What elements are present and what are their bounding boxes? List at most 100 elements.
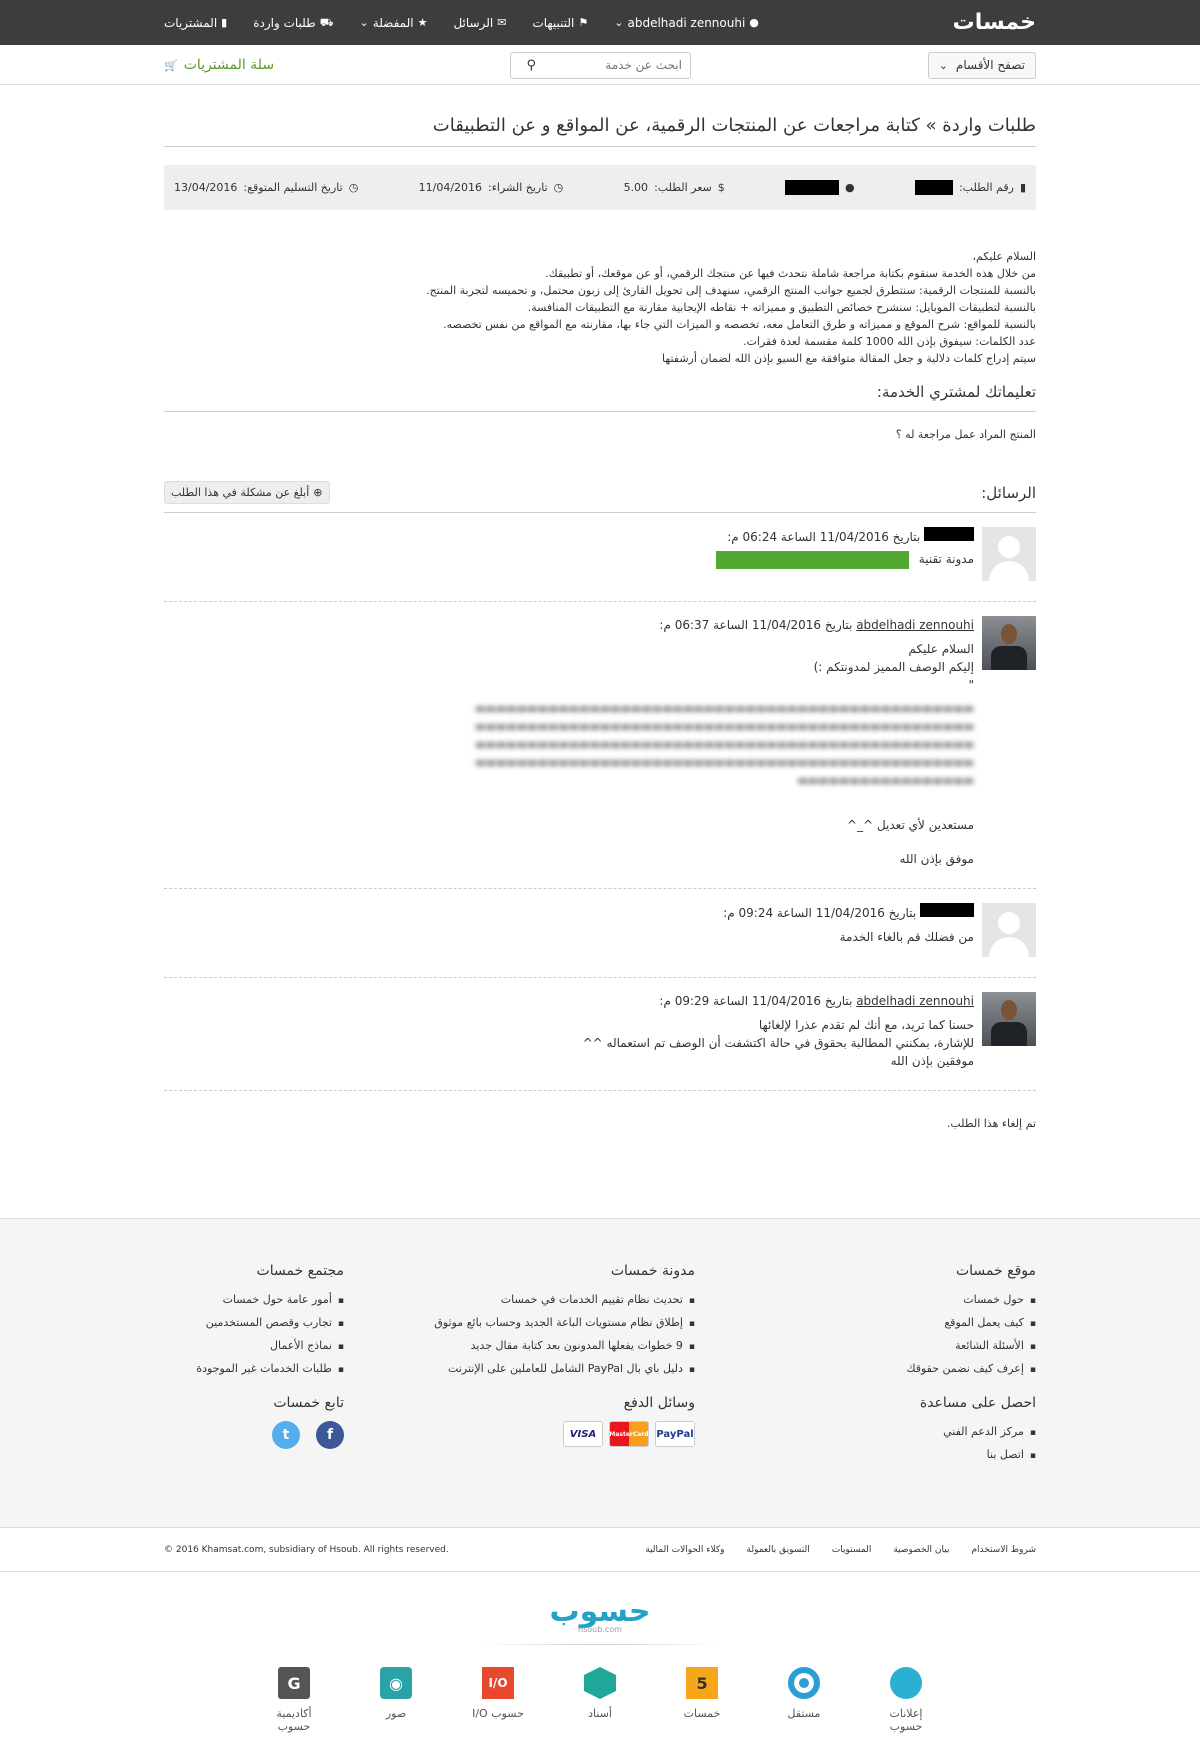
- nav-messages[interactable]: الرسائل ✉: [453, 16, 506, 30]
- message-author-link[interactable]: abdelhadi zennouhi: [856, 994, 974, 1008]
- legal-link[interactable]: بيان الخصوصية: [893, 1545, 949, 1555]
- footer-col-blog: مدونة خمسات تحديث نظام تقييم الخدمات في …: [405, 1263, 695, 1381]
- footer-col-title: وسائل الدفع: [623, 1395, 695, 1411]
- hsoub-logo[interactable]: حسوب: [0, 1594, 1200, 1629]
- product-label: حسوب I/O: [472, 1707, 524, 1720]
- product-academy[interactable]: G أكاديمية حسوب: [268, 1667, 320, 1733]
- product-mostaql[interactable]: مستقل: [778, 1667, 830, 1733]
- footer-link[interactable]: نماذج الأعمال: [164, 1335, 344, 1358]
- redacted-buyer-name: [785, 180, 840, 195]
- footer-link[interactable]: أمور عامة حول خمسات: [164, 1289, 344, 1312]
- footer-link[interactable]: دليل باي بال PayPal الشامل للعاملين على …: [405, 1358, 695, 1381]
- message-line: إليكم الوصف المميز لمدونتكم :): [813, 660, 974, 674]
- message-item: abdelhadi zennouhi بتاريخ 11/04/2016 الس…: [164, 978, 1036, 1091]
- nav-favorites[interactable]: ⌄ المفضلة ★: [360, 16, 428, 30]
- product-ads[interactable]: إعلانات حسوب: [880, 1667, 932, 1733]
- product-io[interactable]: I/O حسوب I/O: [472, 1667, 524, 1733]
- message-meta: abdelhadi zennouhi بتاريخ 11/04/2016 الس…: [164, 616, 974, 634]
- hsoub-products: إعلانات حسوب مستقل 5 خمسات أسناد I/O حسوب …: [0, 1667, 1200, 1733]
- description-line: بالنسبة للمنتجات الرقمية: سنتطرق لجميع ج…: [426, 284, 1036, 297]
- product-label: أسناد: [588, 1707, 612, 1720]
- site-logo[interactable]: خمسات: [953, 10, 1036, 35]
- search-input[interactable]: [542, 58, 682, 72]
- delivery-date-label: تاريخ التسليم المتوقع:: [243, 181, 343, 194]
- footer-link[interactable]: مركز الدعم الفني: [756, 1421, 1036, 1444]
- message-line: مستعدين لأي تعديل ^_^: [847, 818, 974, 832]
- service-description: السلام عليكم، من خلال هذه الخدمة سنقوم ب…: [164, 248, 1036, 367]
- flag-icon: ⚑: [578, 16, 589, 29]
- footer-link[interactable]: إطلاق نظام مستويات الباعة الجديد وحساب ب…: [405, 1312, 695, 1335]
- avatar: [982, 527, 1036, 581]
- message-line: موفقين بإذن الله: [890, 1054, 974, 1068]
- report-problem-label: أبلغ عن مشكلة في هذا الطلب: [171, 486, 310, 499]
- nav-incoming-orders[interactable]: طلبات واردة ⛟: [253, 16, 333, 30]
- legal-link[interactable]: وكلاء الحوالات المالية: [645, 1545, 724, 1555]
- footer-col-help: احصل على مساعدة مركز الدعم الفني اتصل بن…: [756, 1395, 1036, 1467]
- truck-icon: ⛟: [319, 16, 334, 29]
- io-icon: I/O: [482, 1667, 514, 1699]
- legal-link[interactable]: شروط الاستخدام: [971, 1545, 1036, 1555]
- sowar-icon: ◉: [380, 1667, 412, 1699]
- footer-col-title: موقع خمسات: [955, 1263, 1036, 1279]
- footer-link[interactable]: الأسئلة الشائعة: [756, 1335, 1036, 1358]
- message-date: بتاريخ 11/04/2016 الساعة 09:29 م:: [659, 994, 853, 1008]
- message-author-link[interactable]: abdelhadi zennouhi: [856, 618, 974, 632]
- legal-link[interactable]: المستويات: [832, 1545, 872, 1555]
- footer-link[interactable]: تحديث نظام تقييم الخدمات في خمسات: [405, 1289, 695, 1312]
- logo-text: خمسات: [952, 10, 1036, 35]
- product-khamsat[interactable]: 5 خمسات: [676, 1667, 728, 1733]
- browse-categories-button[interactable]: تصفح الأقسام ⌄: [927, 51, 1036, 79]
- search-icon[interactable]: ⚲: [526, 59, 536, 72]
- message-text: السلام عليكم إليكم الوصف المميز لمدونتكم…: [164, 640, 974, 694]
- chevron-down-icon: ⌄: [614, 16, 624, 29]
- footer-link[interactable]: تجارب وقصص المستخدمين: [164, 1312, 344, 1335]
- delivery-date-value: 13/04/2016: [174, 181, 238, 194]
- nav-notifications[interactable]: التنبيهات ⚑: [532, 16, 588, 30]
- footer-link[interactable]: حول خمسات: [756, 1289, 1036, 1312]
- facebook-icon[interactable]: f: [316, 1421, 344, 1449]
- footer-link[interactable]: إعرف كيف نضمن حقوقك: [756, 1358, 1036, 1381]
- footer-link[interactable]: 9 خطوات يفعلها المدونون بعد كتابة مقال ج…: [405, 1335, 695, 1358]
- message-date: بتاريخ 11/04/2016 الساعة 06:37 م:: [659, 618, 853, 632]
- footer-link[interactable]: كيف يعمل الموقع: [756, 1312, 1036, 1335]
- product-label: إعلانات حسوب: [889, 1707, 923, 1733]
- order-number: ▮ رقم الطلب:: [914, 180, 1026, 195]
- hsoub-url: hsoub.com: [578, 1625, 622, 1634]
- hsoub-section: حسوب hsoub.com إعلانات حسوب مستقل 5 خمسات…: [0, 1572, 1200, 1761]
- divider: [480, 1644, 720, 1645]
- browse-label: تصفح الأقسام: [955, 58, 1025, 72]
- lifebuoy-icon: ⊕: [313, 486, 323, 499]
- footer-col-title: مدونة خمسات: [610, 1263, 695, 1279]
- clock-icon: ◷: [348, 181, 359, 194]
- footer-col-community: مجتمع خمسات أمور عامة حول خمسات تجارب وق…: [164, 1263, 344, 1381]
- sub-bar: تصفح الأقسام ⌄ ⚲ سلة المشتريات 🛒: [0, 45, 1200, 85]
- academy-icon: G: [278, 1667, 310, 1699]
- dollar-icon: $: [717, 181, 725, 194]
- nav-user[interactable]: ⌄ abdelhadi zennouhi ●: [614, 16, 759, 30]
- cart-link[interactable]: سلة المشتريات 🛒: [164, 57, 274, 73]
- cart-label: سلة المشتريات: [183, 57, 275, 73]
- clock-icon: ◷: [553, 181, 564, 194]
- message-text: مدونة تقنية: [715, 550, 974, 569]
- message-line: للإشارة، بمكنني المطالبة بحقوق في حالة ا…: [582, 1036, 974, 1050]
- nav-messages-label: الرسائل: [453, 15, 494, 30]
- nav-favorites-label: المفضلة: [372, 15, 414, 30]
- message-text: حسنا كما تريد، مع أنك لم تقدم عذرا لإلغا…: [583, 1016, 974, 1070]
- instructions-title: تعليماتك لمشتري الخدمة:: [164, 383, 1036, 412]
- legal-links: شروط الاستخدام بيان الخصوصية المستويات ا…: [645, 1545, 1036, 1555]
- footer-link[interactable]: اتصل بنا: [756, 1444, 1036, 1467]
- message-line: مدونة تقنية: [918, 552, 974, 566]
- message-meta: بتاريخ 11/04/2016 الساعة 09:24 م:: [723, 903, 974, 922]
- report-problem-button[interactable]: ⊕ أبلغ عن مشكلة في هذا الطلب: [164, 481, 330, 504]
- description-line: بالنسبة للمواقع: شرح الموقع و مميزاته و …: [443, 318, 1036, 331]
- product-sowar[interactable]: ◉ صور: [370, 1667, 422, 1733]
- order-info-bar: ▮ رقم الطلب: ● $ سعر الطلب: 5.00 ◷ تاريخ…: [164, 165, 1036, 210]
- product-asnad[interactable]: أسناد: [574, 1667, 626, 1733]
- user-icon: ●: [749, 16, 759, 29]
- nav-purchases[interactable]: المشتريات ▮: [164, 16, 227, 30]
- footer-link[interactable]: طلبات الخدمات غير الموجودة: [164, 1358, 344, 1381]
- legal-link[interactable]: التسويق بالعمولة: [747, 1545, 810, 1555]
- description-line: السلام عليكم،: [972, 250, 1036, 263]
- chevron-down-icon: ⌄: [359, 16, 369, 29]
- twitter-icon[interactable]: t: [272, 1421, 300, 1449]
